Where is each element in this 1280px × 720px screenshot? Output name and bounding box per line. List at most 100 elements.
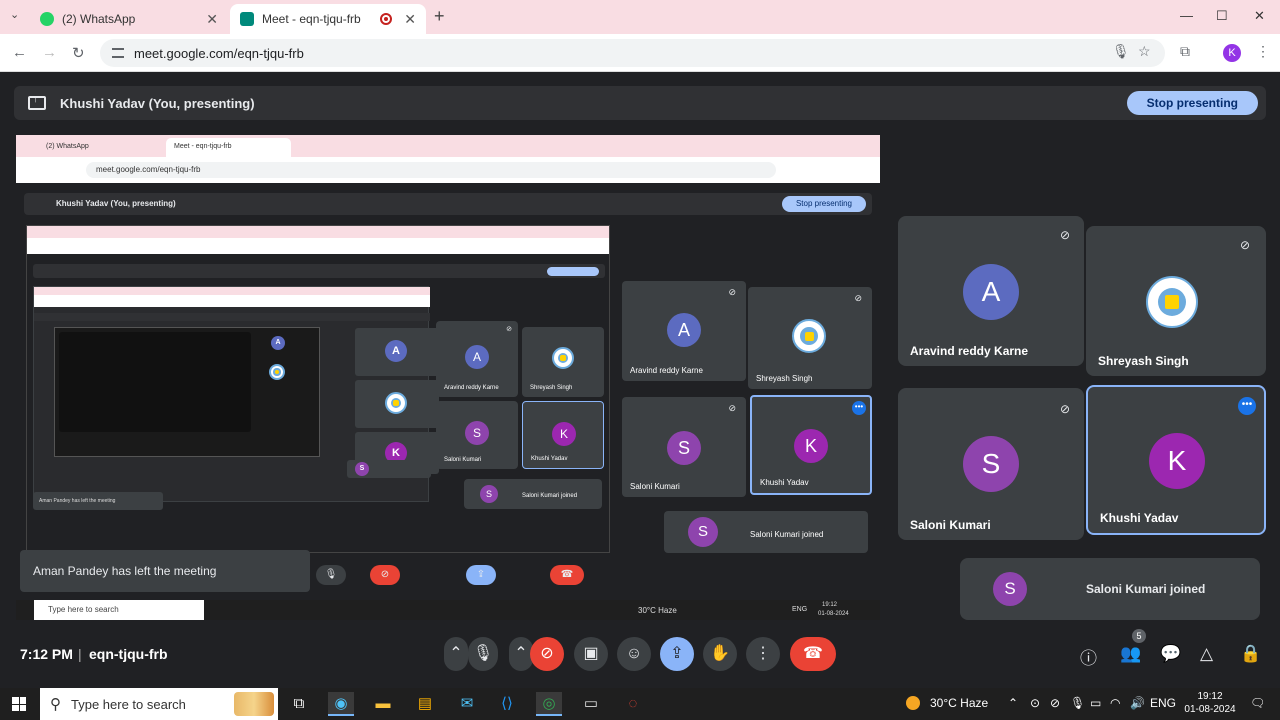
camera-off-button[interactable]: ⊘ bbox=[530, 637, 564, 671]
people-icon[interactable]: 👥 bbox=[1120, 644, 1141, 664]
nested-presenting-bar bbox=[33, 264, 605, 278]
minimize-icon[interactable]: — bbox=[1180, 8, 1193, 23]
chrome-icon[interactable]: ◎ bbox=[536, 692, 562, 716]
avatar-a: A bbox=[667, 313, 701, 347]
notifications-icon[interactable]: 🗨 bbox=[1250, 696, 1265, 710]
battery-icon[interactable]: ▭ bbox=[1090, 696, 1101, 710]
vscode-icon[interactable]: ⟨⟩ bbox=[494, 692, 520, 716]
menu-kebab-icon[interactable]: ⋮ bbox=[1256, 43, 1270, 60]
recording-icon bbox=[380, 13, 393, 25]
search-highlight-image bbox=[234, 692, 274, 716]
city-crest-icon bbox=[792, 319, 826, 353]
shared-url: meet.google.com/eqn-tjqu-frb bbox=[86, 162, 776, 178]
edge-icon[interactable]: ◉ bbox=[328, 692, 354, 716]
shared-presenting-label: Khushi Yadav (You, presenting) bbox=[56, 199, 176, 208]
activities-icon[interactable]: △ bbox=[1200, 644, 1213, 664]
tab-whatsapp[interactable]: (2) WhatsApp ✕ bbox=[30, 4, 228, 34]
back-icon[interactable]: ← bbox=[12, 44, 27, 61]
file-explorer-icon[interactable]: ▬ bbox=[370, 692, 396, 716]
site-info-icon[interactable] bbox=[112, 48, 124, 58]
mic-tray-icon[interactable]: 🎙 bbox=[1070, 696, 1085, 710]
raise-hand-button[interactable]: ✋ bbox=[703, 637, 737, 671]
shared-tab-meet: Meet - eqn-tjqu-frb bbox=[166, 138, 291, 157]
participant-name: Shreyash Singh bbox=[530, 385, 573, 391]
leave-call-button[interactable]: ☎ bbox=[790, 637, 836, 671]
camera-off-tray-icon[interactable]: ⊘ bbox=[1050, 696, 1060, 710]
present-button[interactable]: ⇪ bbox=[660, 637, 694, 671]
meeting-info-icon[interactable]: ⓘ bbox=[1080, 644, 1097, 669]
nested-avatar-s: S bbox=[355, 462, 369, 476]
host-controls-icon[interactable]: 🔒 bbox=[1240, 644, 1261, 664]
reload-icon[interactable]: ↻ bbox=[72, 44, 85, 62]
nested-tile-aravind: A bbox=[355, 328, 439, 376]
presenting-label: Khushi Yadav (You, presenting) bbox=[60, 95, 255, 111]
shared-tile-aravind: ⊘ A Aravind reddy Karne bbox=[622, 281, 746, 381]
stop-presenting-button[interactable]: Stop presenting bbox=[1126, 91, 1258, 115]
show-hidden-icons-chevron-icon[interactable]: ⌃ bbox=[1008, 696, 1018, 710]
close-tab-icon[interactable]: ✕ bbox=[404, 11, 416, 28]
separator: | bbox=[78, 646, 82, 662]
participant-name: Saloni Kumari bbox=[630, 482, 680, 491]
shared-tab-strip: (2) WhatsApp Meet - eqn-tjqu-frb bbox=[16, 135, 880, 157]
weather-icon[interactable] bbox=[906, 696, 920, 710]
nested-city-crest-icon bbox=[385, 392, 407, 414]
mic-off-icon: ⊘ bbox=[506, 326, 512, 333]
new-tab-icon[interactable]: + bbox=[434, 6, 445, 27]
participant-name: Aravind reddy Karne bbox=[910, 344, 1029, 358]
nested-notification: Aman Pandey has left the meeting bbox=[33, 492, 163, 510]
participant-tile-khushi[interactable]: ••• K Khushi Yadav bbox=[1086, 385, 1266, 535]
captions-button[interactable]: ▣ bbox=[574, 637, 608, 671]
camera-tray-icon[interactable]: ⊙ bbox=[1030, 696, 1040, 710]
tab-search-chevron-icon[interactable]: ⌄ bbox=[10, 8, 19, 21]
shared-joined-toast-2: S Saloni Kumari joined bbox=[464, 479, 602, 509]
participant-name: Aravind reddy Karne bbox=[444, 385, 499, 391]
meeting-time: 7:12 PM bbox=[20, 646, 73, 662]
participant-tile-aravind[interactable]: ⊘ A Aravind reddy Karne bbox=[898, 216, 1084, 366]
mic-off-icon: ⊘ bbox=[728, 287, 736, 297]
participant-name: Saloni Kumari bbox=[444, 457, 482, 463]
joined-text: Saloni Kumari joined bbox=[750, 530, 824, 539]
shared-notification: Aman Pandey has left the meeting bbox=[20, 550, 310, 592]
weather-text[interactable]: 30°C Haze bbox=[930, 696, 988, 710]
app-icon[interactable]: ◌ bbox=[620, 692, 646, 716]
maximize-icon[interactable]: ☐ bbox=[1216, 8, 1228, 24]
tab-meet[interactable]: Meet - eqn-tjqu-frb ✕ bbox=[230, 4, 426, 34]
extensions-icon[interactable]: ⧉ bbox=[1180, 43, 1190, 60]
wifi-icon[interactable]: ◠ bbox=[1110, 696, 1120, 710]
meet-icon bbox=[240, 12, 254, 26]
system-clock[interactable]: 19:12 01-08-2024 bbox=[1170, 690, 1250, 716]
microphone-button[interactable]: 🎙 bbox=[468, 637, 498, 671]
audio-options-chevron-icon[interactable]: ⌃ bbox=[444, 637, 468, 671]
nested-avatar-a: A bbox=[385, 340, 407, 362]
close-tab-icon[interactable]: ✕ bbox=[206, 11, 218, 28]
city-crest-icon bbox=[552, 347, 574, 369]
nested-tile-shreyash bbox=[355, 380, 439, 428]
avatar-k: K bbox=[1149, 433, 1205, 489]
mic-off-icon: ⊘ bbox=[1060, 228, 1071, 242]
chat-icon[interactable]: 💬 bbox=[1160, 644, 1181, 664]
participant-tile-shreyash[interactable]: ⊘ Shreyash Singh bbox=[1086, 226, 1266, 376]
forward-icon[interactable]: → bbox=[42, 44, 57, 61]
windows-start-icon[interactable] bbox=[12, 697, 26, 711]
emoji-button[interactable]: ☺ bbox=[617, 637, 651, 671]
participant-tile-saloni[interactable]: ⊘ S Saloni Kumari bbox=[898, 388, 1084, 540]
bookmark-star-icon[interactable]: ☆ bbox=[1138, 43, 1151, 60]
store-icon[interactable]: ▤ bbox=[412, 692, 438, 716]
participant-name: Shreyash Singh bbox=[1098, 354, 1189, 368]
volume-icon[interactable]: 🔊 bbox=[1130, 696, 1145, 710]
shared-tile-khushi-2: K Khushi Yadav bbox=[522, 401, 604, 469]
profile-avatar[interactable]: K bbox=[1223, 44, 1241, 62]
taskbar-search[interactable]: ⚲ Type here to search bbox=[40, 688, 278, 720]
city-crest-icon bbox=[1146, 276, 1198, 328]
terminal-icon[interactable]: ▭ bbox=[578, 692, 604, 716]
nested-stop-button bbox=[547, 267, 599, 276]
task-view-icon[interactable]: ⧉ bbox=[286, 692, 312, 716]
participant-name: Khushi Yadav bbox=[760, 478, 809, 487]
avatar-s: S bbox=[688, 517, 718, 547]
close-window-icon[interactable]: ✕ bbox=[1254, 8, 1265, 24]
microphone-icon[interactable]: 🎙 bbox=[1112, 43, 1130, 60]
mail-icon[interactable]: ✉ bbox=[454, 692, 480, 716]
more-options-button[interactable]: ⋮ bbox=[746, 637, 780, 671]
url-field[interactable]: meet.google.com/eqn-tjqu-frb bbox=[100, 39, 1165, 67]
more-options-icon[interactable]: ••• bbox=[1238, 397, 1256, 415]
